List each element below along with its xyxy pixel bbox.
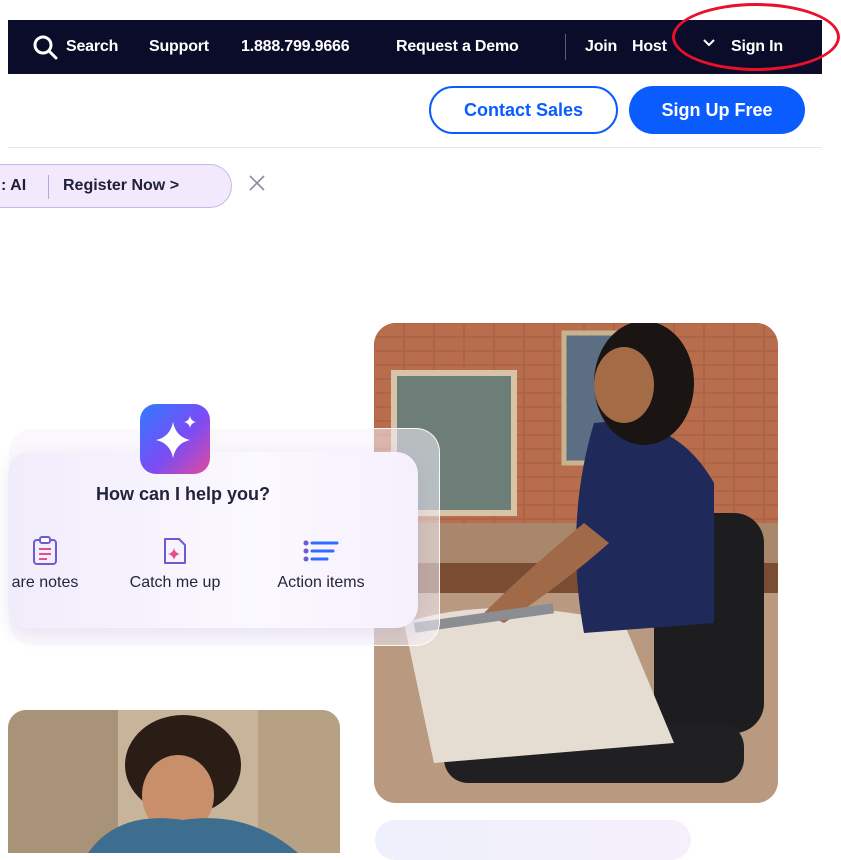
search-link[interactable]: Search <box>66 20 118 74</box>
document-sparkle-icon <box>164 538 186 564</box>
promo-banner-separator <box>48 175 49 199</box>
man-reading-photo <box>8 710 340 853</box>
list-icon <box>303 540 339 562</box>
catch-me-up-label: Catch me up <box>129 574 221 591</box>
search-icon[interactable] <box>32 34 58 60</box>
phone-number-link[interactable]: 1.888.799.9666 <box>241 20 350 74</box>
promo-banner[interactable]: : AI Register Now > <box>0 164 232 208</box>
close-icon[interactable] <box>247 173 267 193</box>
sign-in-highlight-circle <box>672 3 840 71</box>
support-link[interactable]: Support <box>149 20 209 74</box>
next-card-preview <box>375 820 691 860</box>
nav-divider <box>565 34 566 60</box>
assistant-card-title: How can I help you? <box>95 484 270 504</box>
promo-banner-text: : AI <box>1 177 27 194</box>
request-demo-link[interactable]: Request a Demo <box>396 20 519 74</box>
action-items-label: Action items <box>277 574 365 591</box>
clipboard-icon <box>33 536 57 565</box>
host-menu[interactable]: Host <box>632 20 667 74</box>
header-divider <box>8 147 822 148</box>
ai-sparkle-badge <box>140 404 210 474</box>
sign-up-free-button[interactable]: Sign Up Free <box>629 86 805 134</box>
action-items-option[interactable]: Action items <box>262 536 380 592</box>
join-link[interactable]: Join <box>585 20 617 74</box>
catch-me-up-option[interactable]: Catch me up <box>118 536 232 592</box>
sparkle-icon <box>156 416 196 458</box>
register-now-link[interactable]: Register Now > <box>63 177 179 195</box>
prepare-notes-label: are notes <box>11 574 79 591</box>
contact-sales-button[interactable]: Contact Sales <box>429 86 618 134</box>
prepare-notes-option[interactable]: are notes <box>0 536 100 592</box>
